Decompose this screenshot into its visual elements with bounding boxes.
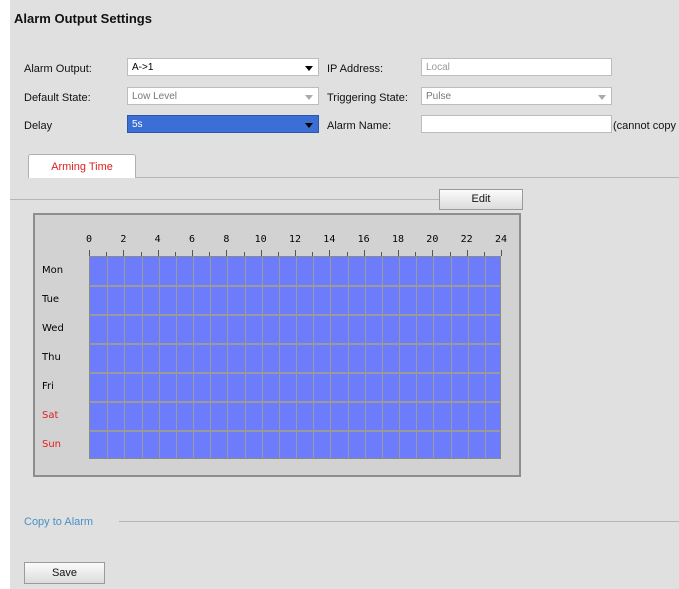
hour-label: 24 [494,234,508,245]
hour-column-divider [330,257,332,458]
chevron-down-icon [305,95,313,100]
hour-label: 12 [288,234,302,245]
hour-column-divider [467,257,469,458]
default-state-value: Low Level [132,91,178,102]
alarm-output-value: A->1 [132,62,154,73]
hour-label: 20 [426,234,439,245]
hour-column-divider [107,257,109,458]
hour-label: 4 [154,234,161,245]
copy-to-alarm-link[interactable]: Copy to Alarm [24,516,93,528]
delay-value: 5s [132,119,143,130]
day-label-mon: Mon [42,264,64,276]
tab-bar-divider [136,177,679,178]
hour-tick [501,250,502,256]
hour-label: 8 [223,234,230,245]
day-label-fri: Fri [42,380,54,392]
triggering-state-value: Pulse [426,91,452,102]
hour-column-divider [484,257,486,458]
page-title: Alarm Output Settings [14,11,152,26]
day-label-wed: Wed [42,322,64,334]
hour-ticks [89,249,502,256]
alarm-name-label: Alarm Name: [327,120,392,132]
triggering-state-select[interactable]: Pulse [421,87,612,105]
hour-label: 14 [323,234,336,245]
triggering-state-label: Triggering State: [327,92,408,104]
hour-column-divider [433,257,435,458]
chevron-down-icon [305,66,313,71]
arming-schedule: 0 2 4 6 8 10 12 14 16 18 20 22 24 Mon Tue Wed Thu Fri Sat… [33,213,521,477]
edit-button[interactable]: Edit [439,189,523,210]
day-row-divider [90,314,500,316]
hour-column-divider [261,257,263,458]
hour-label: 10 [254,234,267,245]
day-row-divider [90,285,500,287]
default-state-label: Default State: [24,92,91,104]
hour-label: 2 [120,234,127,245]
day-label-tue: Tue [42,293,60,305]
hour-label: 0 [85,234,93,245]
hour-column-divider [141,257,143,458]
chevron-down-icon [305,123,313,128]
hour-column-divider [347,257,349,458]
delay-select[interactable]: 5s [127,115,319,133]
hour-column-divider [313,257,315,458]
default-state-select[interactable]: Low Level [127,87,319,105]
day-label-sat: Sat [42,409,59,421]
hour-column-divider [210,257,212,458]
hour-column-divider [244,257,246,458]
day-row-divider [90,343,500,345]
hour-column-divider [381,257,383,458]
tab-arming-time[interactable]: Arming Time [28,154,136,178]
hour-label: 18 [391,234,405,245]
alarm-output-select[interactable]: A->1 [127,58,319,76]
ip-address-label: IP Address: [327,63,384,75]
day-label-thu: Thu [42,351,61,363]
alarm-name-input[interactable] [421,115,612,133]
edit-divider [10,199,439,200]
hour-column-divider [175,257,177,458]
chevron-down-icon [598,95,606,100]
hour-column-divider [416,257,418,458]
day-row-divider [90,430,500,432]
copy-divider [119,521,679,522]
ip-address-placeholder: Local [426,62,450,73]
ip-address-input[interactable]: Local [421,58,612,76]
alarm-name-note: (cannot copy [613,120,676,132]
alarm-output-label: Alarm Output: [24,63,92,75]
hour-column-divider [399,257,400,458]
tab-arming-time-label: Arming Time [51,161,113,173]
hour-column-divider [296,257,297,458]
hour-column-divider [278,257,280,458]
day-label-sun: Sun [42,438,62,450]
hour-column-divider [227,257,229,458]
hour-column-divider [364,257,366,458]
hour-label: 16 [357,234,370,245]
hour-column-divider [450,257,452,458]
hour-column-divider [193,257,194,458]
hour-label: 22 [460,234,473,245]
save-button[interactable]: Save [24,562,105,584]
schedule-grid[interactable] [89,256,501,459]
hour-column-divider [124,257,126,458]
day-row-divider [90,372,500,374]
hour-label: 6 [188,234,196,245]
day-row-divider [90,401,500,403]
hour-column-divider [158,257,160,458]
delay-label: Delay [24,120,53,132]
